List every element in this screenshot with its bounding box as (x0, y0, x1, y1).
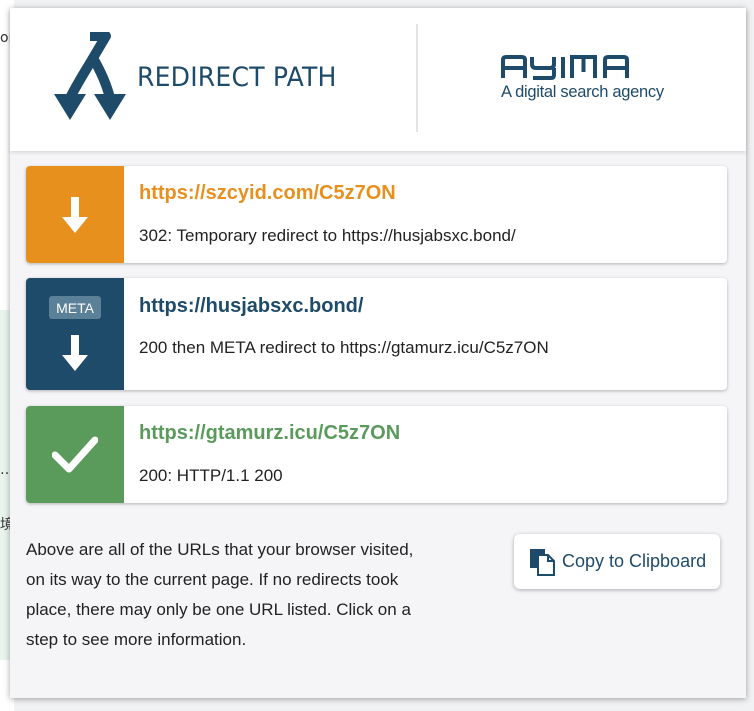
redirect-path-logo-icon (54, 32, 126, 120)
step-status-badge (26, 166, 124, 263)
ayima-logo-icon[interactable] (501, 54, 641, 80)
step-url[interactable]: https://husjabsxc.bond/ (139, 295, 363, 318)
step-description: 302: Temporary redirect to https://husja… (139, 226, 516, 245)
step-description: 200: HTTP/1.1 200 (139, 466, 283, 485)
redirect-path-popup: REDIRECT PATH A digital search agency ht… (10, 8, 746, 698)
arrow-down-icon (62, 334, 88, 371)
clipboard-icon (528, 547, 556, 577)
partner-tagline: A digital search agency (501, 83, 664, 101)
header: REDIRECT PATH A digital search agency (10, 8, 746, 151)
header-divider (416, 24, 418, 132)
step-status-badge: META (26, 278, 124, 390)
info-text: Above are all of the URLs that your brow… (26, 540, 414, 649)
meta-badge: META (49, 295, 101, 319)
step-url[interactable]: https://szcyid.com/C5z7ON (139, 182, 396, 205)
step-description: 200 then META redirect to https://gtamur… (139, 338, 549, 357)
copy-to-clipboard-button[interactable]: Copy to Clipboard (514, 534, 720, 589)
redirect-step-1[interactable]: https://szcyid.com/C5z7ON 302: Temporary… (26, 166, 727, 263)
arrow-down-icon (62, 196, 88, 233)
step-status-badge (26, 406, 124, 503)
redirect-step-3[interactable]: https://gtamurz.icu/C5z7ON 200: HTTP/1.1… (26, 406, 727, 503)
brand-name: REDIRECT PATH (137, 62, 337, 93)
copy-button-label: Copy to Clipboard (562, 551, 707, 571)
redirect-step-2[interactable]: META https://husjabsxc.bond/ 200 then ME… (26, 278, 727, 390)
step-url[interactable]: https://gtamurz.icu/C5z7ON (139, 422, 400, 445)
checkmark-icon (52, 436, 98, 472)
